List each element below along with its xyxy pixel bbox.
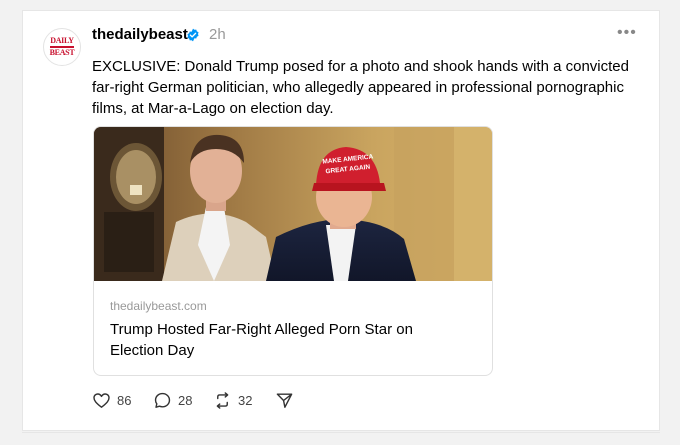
logo-line-2: BEAST	[49, 48, 75, 57]
reply-count: 28	[178, 393, 193, 408]
share-button[interactable]	[275, 391, 294, 410]
repost-button[interactable]: 32	[213, 391, 252, 410]
post-card[interactable]: DAILY BEAST thedailybeast 2h ••• EXCLUSI…	[22, 10, 660, 431]
daily-beast-logo: DAILY BEAST	[49, 34, 75, 60]
more-icon[interactable]: •••	[617, 24, 637, 42]
verified-icon	[187, 28, 199, 42]
logo-line-1: DAILY	[50, 36, 74, 46]
link-preview-image: MAKE AMERICA GREAT AGAIN	[94, 127, 492, 281]
repost-icon	[216, 392, 229, 409]
divider	[23, 10, 659, 11]
username[interactable]: thedailybeast	[92, 26, 188, 43]
next-post-divider	[22, 432, 660, 433]
reply-button[interactable]: 28	[153, 391, 192, 410]
like-count: 86	[117, 393, 132, 408]
post-time: 2h	[209, 26, 226, 43]
comment-icon	[154, 392, 171, 408]
heart-icon	[93, 393, 110, 408]
post-text: EXCLUSIVE: Donald Trump posed for a phot…	[92, 58, 629, 117]
share-icon	[276, 393, 293, 408]
like-button[interactable]: 86	[92, 391, 131, 410]
repost-count: 32	[238, 393, 253, 408]
link-title[interactable]: Trump Hosted Far-Right Alleged Porn Star…	[110, 319, 450, 361]
avatar[interactable]: DAILY BEAST	[43, 28, 81, 66]
link-domain: thedailybeast.com	[110, 299, 207, 313]
link-preview-card[interactable]: MAKE AMERICA GREAT AGAIN thedailybeast.c…	[93, 126, 493, 376]
